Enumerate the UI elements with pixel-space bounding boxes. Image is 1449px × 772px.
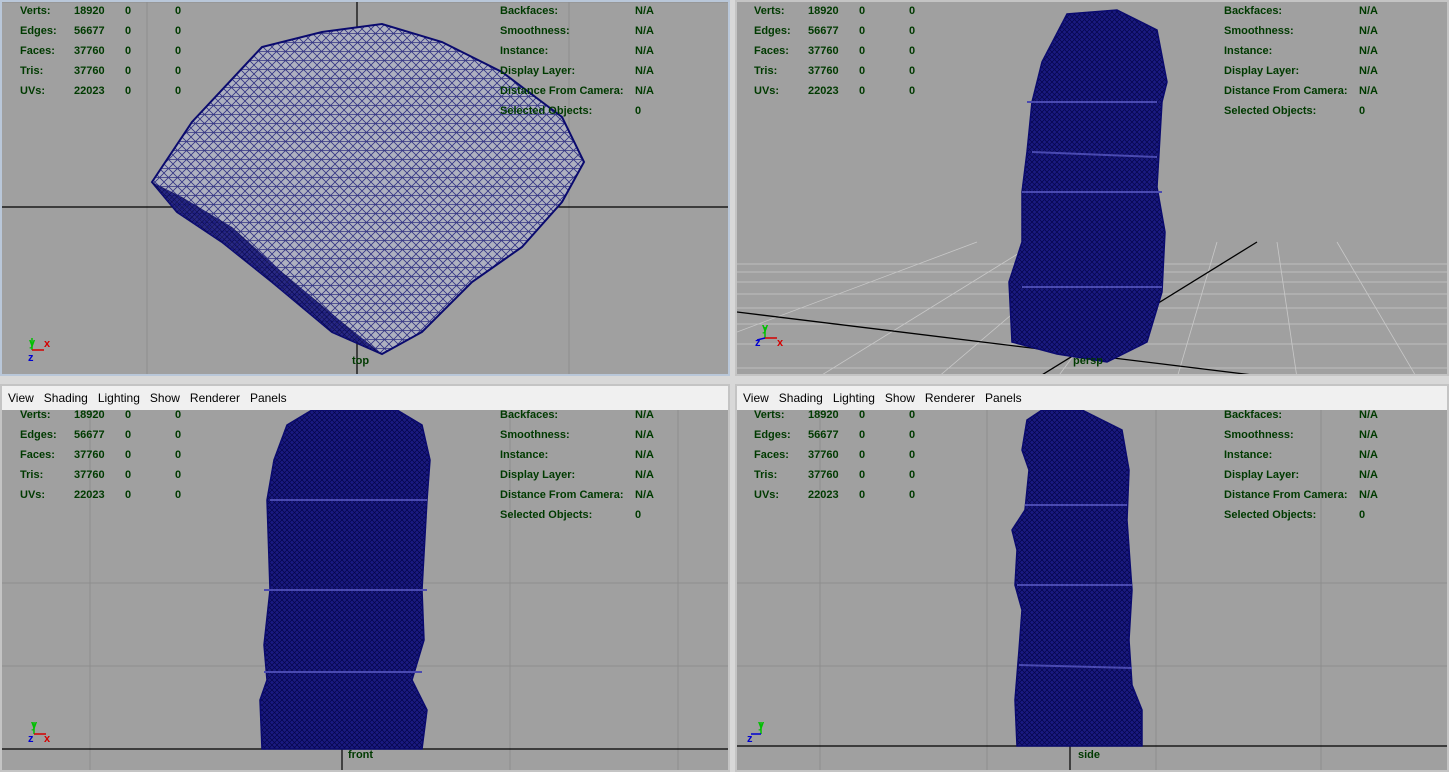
axis-z-label: z — [755, 337, 761, 349]
object-info-hud: Backfaces: N/A Smoothness: N/A Instance: N/… — [500, 409, 654, 521]
menu-view[interactable]: View — [2, 391, 38, 405]
mesh-front — [259, 410, 431, 750]
axis-x-label: x — [44, 338, 51, 350]
menu-show[interactable]: Show — [879, 391, 919, 405]
axis-indicator-top: y x z — [28, 337, 51, 364]
axis-y-label: y — [758, 719, 765, 731]
object-info-hud: Backfaces: N/A Smoothness: N/A Instance: N/… — [1224, 409, 1378, 521]
camera-name-top: top — [352, 355, 370, 367]
menu-shading[interactable]: Shading — [38, 391, 92, 405]
menu-renderer[interactable]: Renderer — [919, 391, 979, 405]
viewport-top[interactable]: top y x z Verts: 18920 0 0 Edges: 56677 0 0 Fa… — [0, 0, 730, 376]
axis-x-label: x — [44, 733, 51, 745]
camera-name-front: front — [348, 749, 374, 761]
menu-view[interactable]: View — [737, 391, 773, 405]
axis-indicator-side: y z — [747, 719, 765, 745]
panel-menubar: View Shading Lighting Show Renderer Pane… — [2, 386, 728, 410]
poly-count-hud: Verts: 18920 0 0 Edges: 56677 0 0 Faces: 37760 0… — [20, 409, 182, 501]
menu-lighting[interactable]: Lighting — [827, 391, 879, 405]
poly-count-hud: Verts: 18920 0 0 Edges: 56677 0 0 Faces: 37760 0… — [754, 409, 916, 501]
axis-z-label: z — [28, 733, 34, 745]
menu-panels[interactable]: Panels — [244, 391, 291, 405]
poly-count-hud: Verts: 18920 0 0 Edges: 56677 0 0 Faces: 37760 0… — [20, 5, 182, 97]
viewport-persp[interactable]: persp y x z Verts: 18920 0 0 Edges: 56677 0 0 … — [735, 0, 1449, 376]
mesh-side — [1011, 410, 1143, 747]
axis-z-label: z — [747, 733, 753, 745]
camera-name-side: side — [1078, 749, 1101, 761]
viewport-side[interactable]: View Shading Lighting Show Renderer Pane… — [735, 384, 1449, 772]
camera-name-persp: persp — [1073, 355, 1103, 367]
poly-count-hud: Verts: 18920 0 0 Edges: 56677 0 0 Faces: 37760 0… — [754, 5, 916, 97]
panel-menubar: View Shading Lighting Show Renderer Pane… — [737, 386, 1447, 410]
menu-renderer[interactable]: Renderer — [184, 391, 244, 405]
menu-show[interactable]: Show — [144, 391, 184, 405]
menu-lighting[interactable]: Lighting — [92, 391, 144, 405]
mesh-persp — [1008, 9, 1168, 363]
axis-y-label: y — [31, 719, 38, 731]
object-info-hud: Backfaces: N/A Smoothness: N/A Instance: N/… — [500, 5, 654, 117]
axis-indicator-front: y x z — [28, 719, 51, 745]
menu-shading[interactable]: Shading — [773, 391, 827, 405]
axis-y-label: y — [762, 322, 769, 334]
axis-z-label: z — [28, 352, 34, 364]
menu-panels[interactable]: Panels — [979, 391, 1026, 405]
axis-indicator-persp: y x z — [755, 322, 784, 349]
object-info-hud: Backfaces: N/A Smoothness: N/A Instance: N/… — [1224, 5, 1378, 117]
axis-x-label: x — [777, 337, 784, 349]
viewport-front[interactable]: View Shading Lighting Show Renderer Pane… — [0, 384, 730, 772]
axis-y-label: y — [29, 337, 36, 349]
